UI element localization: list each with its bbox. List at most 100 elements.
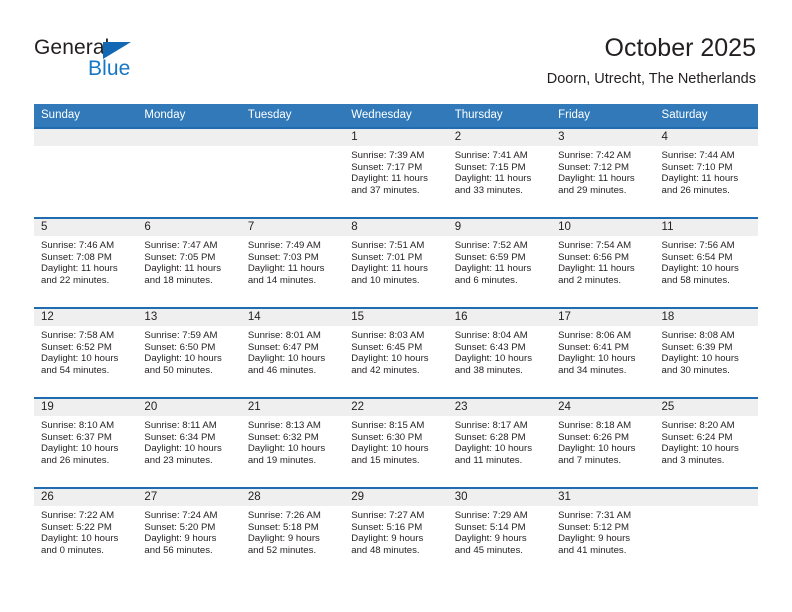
calendar-empty-cell (137, 127, 241, 218)
sunrise-text: Sunrise: 7:44 AM (661, 150, 735, 161)
calendar-day-cell[interactable]: 13 Sunrise: 7:59 AM Sunset: 6:50 PM Dayligh… (137, 307, 241, 398)
sunrise-text: Sunrise: 8:13 AM (247, 420, 321, 431)
calendar-week-row: 19 Sunrise: 8:10 AM Sunset: 6:37 PM Dayligh… (34, 397, 758, 488)
sunrise-text: Sunrise: 7:56 AM (661, 240, 735, 251)
day-details: Sunrise: 8:18 AM Sunset: 6:26 PM Daylight:… (551, 416, 654, 466)
day-details: Sunrise: 8:08 AM Sunset: 6:39 PM Daylight:… (655, 326, 758, 376)
calendar-day-cell[interactable]: 1 Sunrise: 7:39 AM Sunset: 7:17 PM Daylight… (344, 127, 448, 218)
sunset-text: Sunset: 5:20 PM (144, 521, 216, 533)
calendar-day-cell[interactable]: 29 Sunrise: 7:27 AM Sunset: 5:16 PM Dayligh… (344, 487, 448, 577)
sunset-text: Sunset: 6:59 PM (454, 251, 526, 263)
daylight-text-line1: Daylight: 11 hours (351, 173, 428, 185)
daylight-text-line2: and 7 minutes. (558, 454, 622, 466)
sunset-text: Sunset: 6:37 PM (41, 431, 112, 443)
day-number: 16 (447, 309, 552, 326)
daylight-text-line2: and 50 minutes. (144, 364, 213, 376)
calendar-day-cell[interactable]: 17 Sunrise: 8:06 AM Sunset: 6:41 PM Dayligh… (551, 307, 655, 398)
calendar-day-cell[interactable]: 11 Sunrise: 7:56 AM Sunset: 6:54 PM Dayligh… (654, 217, 758, 308)
sunset-text: Sunset: 6:39 PM (661, 341, 733, 353)
day-number: 13 (137, 309, 241, 326)
sunset-text: Sunset: 6:26 PM (558, 431, 630, 443)
day-details: Sunrise: 7:44 AM Sunset: 7:10 PM Daylight:… (655, 146, 758, 196)
calendar-day-cell[interactable]: 21 Sunrise: 8:13 AM Sunset: 6:32 PM Dayligh… (240, 397, 345, 488)
calendar-day-cell[interactable]: 6 Sunrise: 7:47 AM Sunset: 7:05 PM Daylight… (137, 217, 241, 308)
sunrise-text: Sunrise: 7:22 AM (41, 510, 115, 521)
calendar-day-cell[interactable]: 4 Sunrise: 7:44 AM Sunset: 7:10 PM Daylight… (654, 127, 758, 218)
daylight-text-line2: and 46 minutes. (247, 364, 317, 376)
calendar-day-cell[interactable]: 27 Sunrise: 7:24 AM Sunset: 5:20 PM Dayligh… (137, 487, 241, 577)
day-details: Sunrise: 8:17 AM Sunset: 6:28 PM Daylight:… (448, 416, 551, 466)
day-number: 22 (344, 399, 448, 416)
day-details: Sunrise: 7:41 AM Sunset: 7:15 PM Daylight:… (448, 146, 551, 196)
day-number: 18 (654, 309, 758, 326)
calendar-day-cell[interactable]: 25 Sunrise: 8:20 AM Sunset: 6:24 PM Dayligh… (654, 397, 758, 488)
calendar-day-cell[interactable]: 14 Sunrise: 8:01 AM Sunset: 6:47 PM Dayligh… (240, 307, 345, 398)
daylight-text-line2: and 19 minutes. (247, 454, 317, 466)
sunset-text: Sunset: 5:18 PM (247, 521, 319, 533)
logo[interactable]: General Blue (34, 36, 194, 86)
day-details: Sunrise: 7:29 AM Sunset: 5:14 PM Daylight:… (448, 506, 551, 556)
calendar-day-cell[interactable]: 18 Sunrise: 8:08 AM Sunset: 6:39 PM Dayligh… (654, 307, 758, 398)
daylight-text-line2: and 45 minutes. (454, 544, 523, 556)
day-details: Sunrise: 8:13 AM Sunset: 6:32 PM Daylight:… (241, 416, 344, 466)
day-details: Sunrise: 8:04 AM Sunset: 6:43 PM Daylight:… (448, 326, 551, 376)
daylight-text-line2: and 41 minutes. (558, 544, 627, 556)
daylight-text-line2: and 34 minutes. (558, 364, 627, 376)
daylight-text-line1: Daylight: 10 hours (351, 443, 429, 455)
calendar-week-row: 12 Sunrise: 7:58 AM Sunset: 6:52 PM Dayligh… (34, 307, 758, 398)
day-number: 12 (34, 309, 138, 326)
calendar-day-cell[interactable]: 12 Sunrise: 7:58 AM Sunset: 6:52 PM Dayligh… (34, 307, 138, 398)
day-details: Sunrise: 7:22 AM Sunset: 5:22 PM Daylight:… (34, 506, 137, 556)
calendar-day-cell[interactable]: 26 Sunrise: 7:22 AM Sunset: 5:22 PM Dayligh… (34, 487, 138, 577)
calendar-day-cell[interactable]: 10 Sunrise: 7:54 AM Sunset: 6:56 PM Dayligh… (551, 217, 655, 308)
daylight-text-line1: Daylight: 9 hours (454, 533, 527, 545)
calendar-day-cell[interactable]: 20 Sunrise: 8:11 AM Sunset: 6:34 PM Dayligh… (137, 397, 241, 488)
day-details: Sunrise: 8:11 AM Sunset: 6:34 PM Daylight:… (137, 416, 240, 466)
calendar-day-cell[interactable]: 8 Sunrise: 7:51 AM Sunset: 7:01 PM Daylight… (344, 217, 448, 308)
sunset-text: Sunset: 7:08 PM (41, 251, 112, 263)
calendar-day-cell[interactable]: 16 Sunrise: 8:04 AM Sunset: 6:43 PM Dayligh… (447, 307, 552, 398)
day-details: Sunrise: 7:58 AM Sunset: 6:52 PM Daylight:… (34, 326, 137, 376)
calendar-day-cell[interactable]: 31 Sunrise: 7:31 AM Sunset: 5:12 PM Dayligh… (551, 487, 655, 577)
calendar-day-cell[interactable]: 3 Sunrise: 7:42 AM Sunset: 7:12 PM Daylight… (551, 127, 655, 218)
calendar-day-cell[interactable]: 19 Sunrise: 8:10 AM Sunset: 6:37 PM Dayligh… (34, 397, 138, 488)
day-details: Sunrise: 7:31 AM Sunset: 5:12 PM Daylight:… (551, 506, 654, 556)
daylight-text-line2: and 15 minutes. (351, 454, 420, 466)
page-title: October 2025 (604, 34, 757, 62)
daylight-text-line1: Daylight: 10 hours (247, 443, 326, 455)
calendar-day-cell[interactable]: 23 Sunrise: 8:17 AM Sunset: 6:28 PM Dayligh… (447, 397, 552, 488)
weekday-header-wednesday: Wednesday (344, 104, 448, 128)
calendar-day-cell[interactable]: 28 Sunrise: 7:26 AM Sunset: 5:18 PM Dayligh… (240, 487, 345, 577)
daylight-text-line1: Daylight: 10 hours (144, 353, 222, 365)
calendar-day-cell[interactable]: 24 Sunrise: 8:18 AM Sunset: 6:26 PM Dayligh… (551, 397, 655, 488)
sunset-text: Sunset: 6:41 PM (558, 341, 630, 353)
calendar-day-cell[interactable]: 15 Sunrise: 8:03 AM Sunset: 6:45 PM Dayligh… (344, 307, 448, 398)
calendar-day-cell[interactable]: 9 Sunrise: 7:52 AM Sunset: 6:59 PM Daylight… (447, 217, 552, 308)
weekday-header-sunday: Sunday (34, 104, 138, 128)
calendar-day-cell[interactable]: 22 Sunrise: 8:15 AM Sunset: 6:30 PM Dayligh… (344, 397, 448, 488)
sunset-text: Sunset: 6:50 PM (144, 341, 216, 353)
daylight-text-line2: and 54 minutes. (41, 364, 110, 376)
sunset-text: Sunset: 6:28 PM (454, 431, 526, 443)
day-number: 30 (447, 489, 552, 506)
calendar-table: Sunday Monday Tuesday Wednesday Thursday… (34, 104, 758, 577)
daylight-text-line1: Daylight: 10 hours (247, 353, 326, 365)
day-details: Sunrise: 7:24 AM Sunset: 5:20 PM Daylight:… (137, 506, 240, 556)
sunrise-text: Sunrise: 8:17 AM (454, 420, 528, 431)
sunset-text: Sunset: 7:05 PM (144, 251, 216, 263)
calendar-day-cell[interactable]: 5 Sunrise: 7:46 AM Sunset: 7:08 PM Daylight… (34, 217, 138, 308)
day-number: 9 (447, 219, 552, 236)
calendar-day-cell[interactable]: 30 Sunrise: 7:29 AM Sunset: 5:14 PM Dayligh… (447, 487, 552, 577)
daylight-text-line2: and 3 minutes. (661, 454, 725, 466)
day-details: Sunrise: 7:49 AM Sunset: 7:03 PM Daylight:… (241, 236, 344, 286)
daylight-text-line2: and 18 minutes. (144, 274, 213, 286)
daylight-text-line1: Daylight: 10 hours (41, 353, 119, 365)
sunrise-text: Sunrise: 8:03 AM (351, 330, 425, 341)
daylight-text-line2: and 48 minutes. (351, 544, 420, 556)
sunrise-text: Sunrise: 7:59 AM (144, 330, 218, 341)
sunrise-text: Sunrise: 8:11 AM (144, 420, 217, 431)
calendar-day-cell[interactable]: 2 Sunrise: 7:41 AM Sunset: 7:15 PM Daylight… (447, 127, 552, 218)
calendar-day-cell[interactable]: 7 Sunrise: 7:49 AM Sunset: 7:03 PM Daylight… (240, 217, 345, 308)
day-number: 11 (654, 219, 758, 236)
day-number: 2 (447, 129, 552, 146)
